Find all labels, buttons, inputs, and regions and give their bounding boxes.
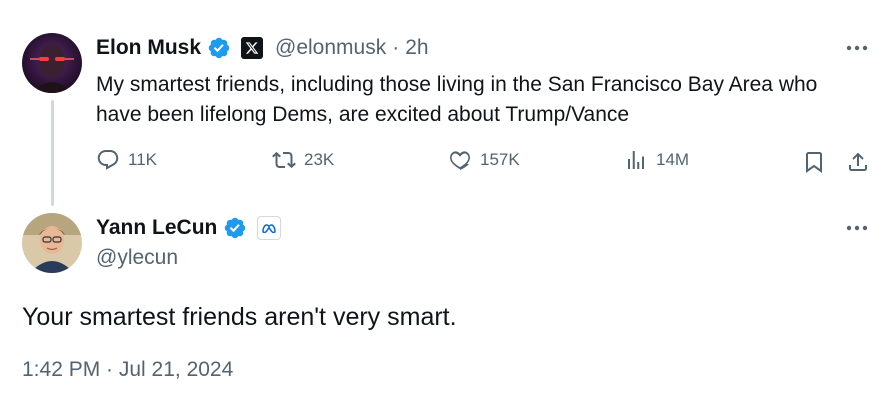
more-options-icon[interactable]	[842, 36, 872, 60]
reply-header: Yann LeCun	[96, 214, 282, 242]
views-count: 14M	[656, 150, 690, 169]
more-options-icon[interactable]	[842, 216, 872, 240]
repost-count: 23K	[304, 150, 335, 169]
share-button[interactable]	[844, 148, 872, 176]
views-button[interactable]: 14M	[624, 148, 689, 172]
verified-badge-icon	[207, 36, 231, 60]
views-icon	[628, 151, 644, 169]
yann-avatar[interactable]	[22, 213, 82, 273]
share-icon	[849, 152, 867, 171]
meta-logo-icon[interactable]	[257, 216, 282, 240]
bookmark-icon	[806, 152, 822, 173]
elon-avatar[interactable]	[22, 33, 82, 93]
time-ago[interactable]: 2h	[405, 36, 428, 60]
bookmark-button[interactable]	[800, 148, 828, 176]
original-tweet[interactable]: Elon Musk @elonmusk · 2h My smartest fri…	[0, 0, 896, 206]
reply-tweet[interactable]: Yann LeCun @ylecun Your smartest friends…	[0, 206, 896, 410]
repost-button[interactable]: 23K	[272, 148, 334, 172]
author-name[interactable]: Elon Musk	[96, 36, 201, 60]
reply-button[interactable]: 11K	[96, 148, 157, 172]
verified-badge-icon	[223, 216, 247, 240]
tweet-header: Elon Musk @elonmusk · 2h	[96, 34, 429, 62]
author-name[interactable]: Yann LeCun	[96, 216, 217, 240]
repost-icon	[272, 151, 296, 169]
x-logo-icon[interactable]	[241, 37, 264, 59]
tweet-text: My smartest friends, including those liv…	[96, 73, 818, 126]
reply-text: Your smartest friends aren't very smart.	[22, 303, 457, 331]
like-button[interactable]: 157K	[448, 148, 520, 172]
reply-count: 11K	[128, 150, 157, 169]
dot-separator: ·	[392, 36, 400, 59]
reply-timestamp[interactable]: 1:42 PM · Jul 21, 2024	[22, 358, 233, 382]
author-handle[interactable]: @elonmusk	[275, 36, 386, 60]
heart-icon	[450, 151, 470, 170]
reply-icon	[97, 150, 119, 170]
like-count: 157K	[480, 150, 520, 169]
thread-connector-line	[51, 100, 54, 206]
author-handle[interactable]: @ylecun	[96, 246, 178, 270]
